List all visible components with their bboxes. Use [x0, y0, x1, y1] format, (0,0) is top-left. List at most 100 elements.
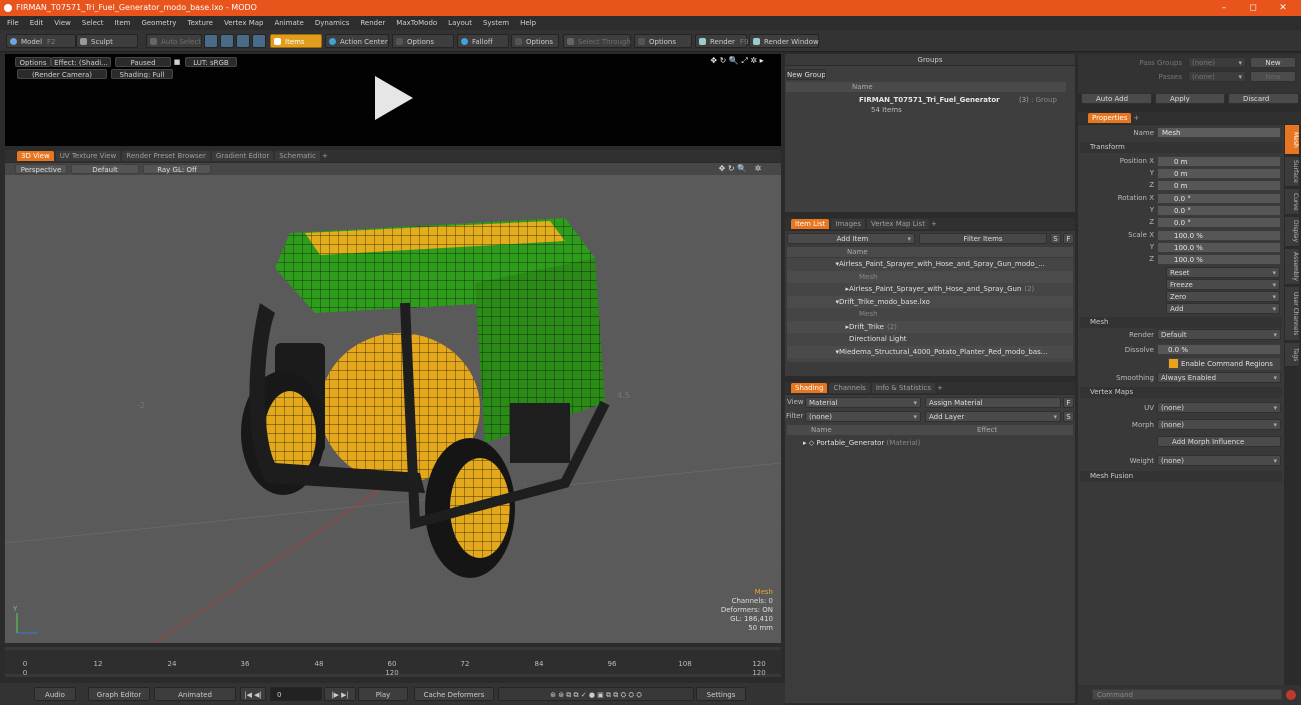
maximize-button[interactable]: ◻ [1242, 0, 1264, 16]
weight-dropdown[interactable]: (none) [1157, 455, 1281, 466]
new-pass-button[interactable]: New [1250, 71, 1296, 82]
menu-geometry[interactable]: Geometry [141, 16, 176, 30]
item-list-row[interactable]: ▸ Airless_Paint_Sprayer_with_Hose_and_Sp… [787, 283, 1073, 295]
tab-shading[interactable]: Shading [791, 383, 828, 393]
mesh-fusion-section[interactable]: Mesh Fusion [1080, 471, 1282, 482]
position-field[interactable]: 0 m [1157, 180, 1281, 191]
pass-groups-dropdown[interactable]: (none) [1188, 57, 1246, 68]
reset-dropdown[interactable]: Reset [1166, 267, 1280, 278]
tab-info-statistics[interactable]: Info & Statistics [871, 383, 935, 393]
tab-images[interactable]: Images [831, 219, 865, 229]
range-start[interactable]: 0 [23, 669, 27, 677]
tab-render-preset-browser[interactable]: Render Preset Browser [122, 151, 210, 161]
apply-button[interactable]: Apply [1155, 93, 1225, 104]
side-tab-curve[interactable]: Curve [1285, 189, 1299, 215]
enable-command-regions-checkbox[interactable]: Enable Command Regions [1168, 358, 1280, 370]
auto-select-button[interactable]: Auto Select [146, 34, 202, 48]
next-key-button[interactable]: |▶ ▶| [324, 687, 356, 701]
menu-maxtomodo[interactable]: MaxToModo [396, 16, 437, 30]
render-window-button[interactable]: Render Window [749, 34, 819, 48]
material-row[interactable]: ▸ ◇ Portable_Generator (Material) [803, 437, 1063, 449]
edges-mode-icon[interactable] [220, 34, 234, 48]
preview-paused-toggle[interactable]: Paused [115, 57, 171, 67]
side-tab-mesh[interactable]: Mesh [1285, 125, 1299, 155]
search-toggle-icon[interactable]: S [1063, 411, 1074, 422]
add-tab-button[interactable]: + [937, 384, 943, 392]
menu-vertex-map[interactable]: Vertex Map [224, 16, 264, 30]
cache-deformers-button[interactable]: Cache Deformers [414, 687, 494, 701]
preview-nav-icons[interactable]: ✥ ↻ 🔍 ⤢ ✲ ▸ [701, 56, 773, 66]
prev-key-button[interactable]: |◀ ◀| [240, 687, 266, 701]
smoothing-dropdown[interactable]: Always Enabled [1157, 372, 1281, 383]
side-tab-surface[interactable]: Surface [1285, 157, 1299, 187]
add-tab-button[interactable]: + [322, 152, 328, 160]
select-through-button[interactable]: Select Through [563, 34, 631, 48]
discard-button[interactable]: Discard [1228, 93, 1299, 104]
menu-system[interactable]: System [483, 16, 509, 30]
name-field[interactable]: Mesh [1157, 127, 1281, 138]
tab-3d-view[interactable]: 3D View [17, 151, 54, 161]
view-dropdown[interactable]: Material [805, 397, 921, 408]
materials-mode-icon[interactable] [252, 34, 266, 48]
freeze-dropdown[interactable]: Freeze [1166, 279, 1280, 290]
transform-section[interactable]: Transform [1080, 142, 1282, 153]
polygons-mode-icon[interactable] [236, 34, 250, 48]
tab-vertex-map-list[interactable]: Vertex Map List [866, 219, 929, 229]
side-tab-assembly[interactable]: Assembly [1285, 249, 1299, 285]
dissolve-field[interactable]: 0.0 % [1157, 344, 1281, 355]
side-tab-display[interactable]: Display [1285, 217, 1299, 247]
preview-options-button[interactable]: Options [15, 57, 51, 67]
assign-material-button[interactable]: Assign Material [925, 397, 1061, 408]
tab-channels[interactable]: Channels [829, 383, 870, 393]
lock-icon[interactable]: ■ [173, 57, 181, 67]
item-list-row[interactable]: ▾ Airless_Paint_Sprayer_with_Hose_and_Sp… [787, 258, 1073, 270]
tab-item-list[interactable]: Item List [791, 219, 830, 229]
vertices-mode-icon[interactable] [204, 34, 218, 48]
side-tab-user-channels[interactable]: User Channels [1285, 287, 1299, 341]
animated-dropdown[interactable]: Animated [154, 687, 236, 701]
close-button[interactable]: ✕ [1272, 0, 1294, 16]
menu-view[interactable]: View [54, 16, 71, 30]
range-end[interactable]: 120 [752, 669, 765, 677]
settings-button[interactable]: Settings [696, 687, 746, 701]
search-toggle-icon[interactable]: S [1050, 233, 1061, 244]
perspective-dropdown[interactable]: Perspective [15, 164, 67, 174]
preview-shading-dropdown[interactable]: Shading: Full [111, 69, 173, 79]
tab-uv-texture-view[interactable]: UV Texture View [55, 151, 121, 161]
scale-field[interactable]: 100.0 % [1157, 230, 1281, 241]
item-list-row[interactable]: ▾ Miedema_Structural_4000_Potato_Planter… [787, 345, 1073, 358]
uv-dropdown[interactable]: (none) [1157, 402, 1281, 413]
morph-dropdown[interactable]: (none) [1157, 419, 1281, 430]
add-item-dropdown[interactable]: Add Item [787, 233, 915, 244]
audio-button[interactable]: Audio [34, 687, 76, 701]
item-list-row[interactable]: Mesh [787, 270, 1073, 283]
new-pass-group-button[interactable]: New [1250, 57, 1296, 68]
add-tab-button[interactable]: + [931, 220, 937, 228]
item-list-row[interactable]: ▸ Drift_Trike (2) [787, 320, 1073, 333]
play-icon[interactable] [375, 76, 413, 120]
render-dropdown[interactable]: Default [1157, 329, 1281, 340]
action-center-button[interactable]: Action Center [325, 34, 389, 48]
group-row[interactable]: FIRMAN_T07571_Tri_Fuel_Generator (3) : G… [841, 96, 1071, 118]
menu-texture[interactable]: Texture [187, 16, 213, 30]
add-tab-button[interactable]: + [1133, 114, 1139, 122]
play-button[interactable]: Play [358, 687, 408, 701]
rotation-field[interactable]: 0.0 ° [1157, 205, 1281, 216]
ray-gl-toggle[interactable]: Ray GL: Off [143, 164, 211, 174]
position-field[interactable]: 0 m [1157, 156, 1281, 167]
side-tab-tags[interactable]: Tags [1285, 343, 1299, 367]
falloff-options-button[interactable]: Options [511, 34, 559, 48]
add-layer-dropdown[interactable]: Add Layer [925, 411, 1061, 422]
preview-camera-dropdown[interactable]: (Render Camera) [17, 69, 107, 79]
menu-edit[interactable]: Edit [30, 16, 44, 30]
items-mode-button[interactable]: Items [270, 34, 322, 48]
add-dropdown[interactable]: Add [1166, 303, 1280, 314]
menu-file[interactable]: File [7, 16, 19, 30]
model-mode-button[interactable]: Model F2 [6, 34, 76, 48]
shading-style-dropdown[interactable]: Default [71, 164, 139, 174]
menu-layout[interactable]: Layout [448, 16, 472, 30]
scale-field[interactable]: 100.0 % [1157, 254, 1281, 265]
3d-viewport[interactable]: 4.5 -2 Y Mesh Channels: 0 Deformers: ON … [5, 163, 781, 643]
filter-toggle-icon[interactable]: F [1063, 397, 1074, 408]
filter-items-button[interactable]: Filter Items [919, 233, 1047, 244]
